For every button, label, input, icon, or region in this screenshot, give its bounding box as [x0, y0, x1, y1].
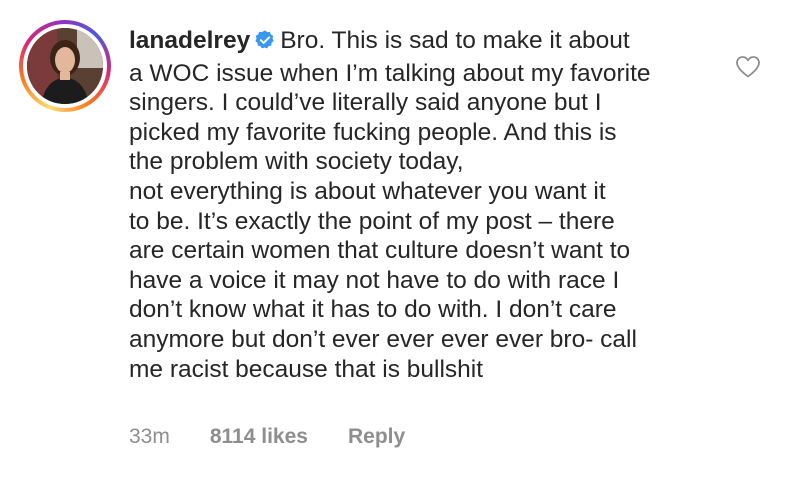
comment-line: anymore but don’t ever ever ever ever br…: [129, 325, 637, 353]
avatar-photo: [27, 28, 103, 104]
comment-line: picked my favorite fucking people. And t…: [129, 118, 617, 146]
heart-outline-icon[interactable]: [735, 55, 761, 79]
comment-text: lanadelrey Bro. This is sad to make it ab…: [129, 26, 699, 384]
username[interactable]: lanadelrey: [129, 27, 250, 54]
avatar[interactable]: [27, 28, 103, 104]
comment-line: are certain women that culture doesn’t w…: [129, 237, 631, 265]
comment-line: have a voice it may not have to do with …: [129, 266, 620, 294]
comment-line: to be. It’s exactly the point of my post…: [129, 207, 615, 235]
avatar-ring-gap: [23, 24, 107, 108]
verified-badge-icon: [254, 29, 276, 59]
likes-count[interactable]: 8114 likes: [210, 425, 308, 449]
comment-body: lanadelrey Bro. This is sad to make it ab…: [129, 26, 699, 384]
reply-button[interactable]: Reply: [348, 425, 405, 449]
comment-line: me racist because that is bullshit: [129, 355, 484, 383]
comment-meta: 33m 8114 likes Reply: [129, 425, 405, 449]
comment-line: Bro. This is sad to make it about: [280, 27, 630, 54]
comment-timestamp: 33m: [129, 425, 170, 448]
comment-line: a WOC issue when I’m talking about my fa…: [129, 59, 651, 87]
comment-line: the problem with society today,: [129, 148, 464, 176]
comment-line: don’t know what it has to do with. I don…: [129, 296, 617, 324]
avatar-story-ring[interactable]: [19, 20, 111, 112]
comment-line: not everything is about whatever you wan…: [129, 177, 606, 205]
comment: lanadelrey Bro. This is sad to make it ab…: [0, 0, 800, 480]
comment-line: singers. I could’ve literally said anyon…: [129, 89, 602, 117]
